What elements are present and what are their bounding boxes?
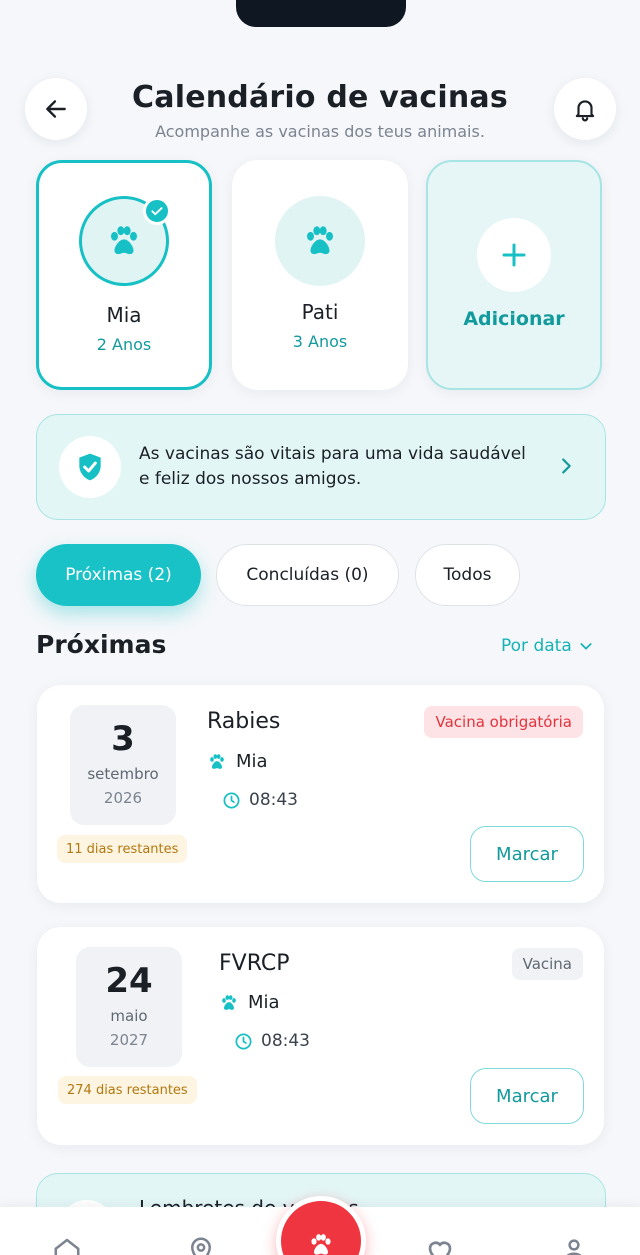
- date-day: 3: [111, 719, 135, 759]
- chevron-right-icon: [562, 458, 571, 474]
- schedule-button[interactable]: Marcar: [470, 826, 584, 882]
- date-day: 24: [105, 961, 153, 1001]
- vaccine-pet: Mia: [207, 751, 268, 772]
- pet-card-pati[interactable]: Pati 3 Anos: [232, 160, 408, 390]
- tab-upcoming[interactable]: Próximas (2): [36, 544, 201, 606]
- plus-icon: [502, 243, 526, 267]
- vaccine-name: Rabies: [207, 709, 281, 734]
- chevron-down-icon: [580, 643, 592, 650]
- pet-name: Mia: [236, 751, 268, 772]
- paw-icon: [111, 226, 137, 255]
- vaccine-time: 08:43: [222, 790, 298, 810]
- page-title: Calendário de vacinas: [132, 80, 508, 115]
- pet-name: Mia: [106, 303, 142, 327]
- paw-icon: [311, 1234, 331, 1255]
- pet-avatar: [275, 196, 365, 286]
- sort-label: Por data: [501, 636, 572, 656]
- location-pin-icon[interactable]: [186, 1235, 216, 1255]
- profile-icon[interactable]: [559, 1235, 589, 1255]
- pet-card-mia[interactable]: Mia 2 Anos: [36, 160, 212, 390]
- days-left-badge: 274 dias restantes: [58, 1076, 197, 1104]
- vaccine-name: FVRCP: [219, 951, 290, 976]
- section-title: Próximas: [36, 630, 167, 659]
- pet-age: 2 Anos: [96, 335, 152, 354]
- pet-name: Pati: [301, 300, 339, 324]
- paw-icon: [222, 994, 236, 1010]
- date-box: 3 setembro 2026: [70, 705, 176, 825]
- vaccine-card[interactable]: 3 setembro 2026 11 dias restantes Rabies…: [37, 685, 604, 903]
- heart-icon[interactable]: [424, 1235, 456, 1255]
- vaccine-time: 08:43: [234, 1031, 310, 1051]
- vaccine-pet: Mia: [219, 992, 280, 1013]
- page-subtitle: Acompanhe as vacinas dos teus animais.: [155, 122, 485, 141]
- date-year: 2026: [103, 789, 143, 807]
- tab-completed[interactable]: Concluídas (0): [216, 544, 399, 606]
- vaccine-info-banner[interactable]: As vacinas são vitais para uma vida saud…: [36, 414, 606, 520]
- banner-text: As vacinas são vitais para uma vida saud…: [139, 444, 526, 489]
- selected-check-icon: [143, 197, 171, 225]
- schedule-button[interactable]: Marcar: [470, 1068, 584, 1124]
- banner-icon-circle: [59, 436, 121, 498]
- home-icon[interactable]: [52, 1235, 82, 1255]
- days-left-badge: 11 dias restantes: [57, 835, 188, 863]
- vaccine-badge: Vacina: [511, 948, 583, 980]
- clock-icon: [223, 792, 240, 808]
- shield-check-icon: [79, 453, 101, 481]
- paw-icon: [307, 226, 333, 255]
- add-pet-card[interactable]: Adicionar: [426, 160, 602, 390]
- notifications-button[interactable]: [554, 78, 616, 140]
- clock-icon: [235, 1033, 252, 1049]
- bell-icon: [575, 100, 595, 122]
- device-notch: [236, 0, 406, 27]
- pet-age: 3 Anos: [292, 332, 348, 351]
- date-month: maio: [110, 1007, 148, 1025]
- date-box: 24 maio 2027: [76, 947, 182, 1067]
- sort-dropdown[interactable]: Por data: [501, 636, 594, 656]
- vaccine-card[interactable]: 24 maio 2027 274 dias restantes FVRCP Mi…: [37, 927, 604, 1145]
- pet-name: Mia: [248, 992, 280, 1013]
- tab-all[interactable]: Todos: [415, 544, 520, 606]
- date-month: setembro: [87, 765, 159, 783]
- required-badge: Vacina obrigatória: [424, 706, 583, 738]
- paw-icon: [210, 753, 224, 769]
- add-circle: [477, 218, 551, 292]
- date-year: 2027: [109, 1031, 149, 1049]
- add-pet-label: Adicionar: [463, 308, 565, 330]
- time-value: 08:43: [261, 1031, 310, 1051]
- time-value: 08:43: [249, 790, 298, 810]
